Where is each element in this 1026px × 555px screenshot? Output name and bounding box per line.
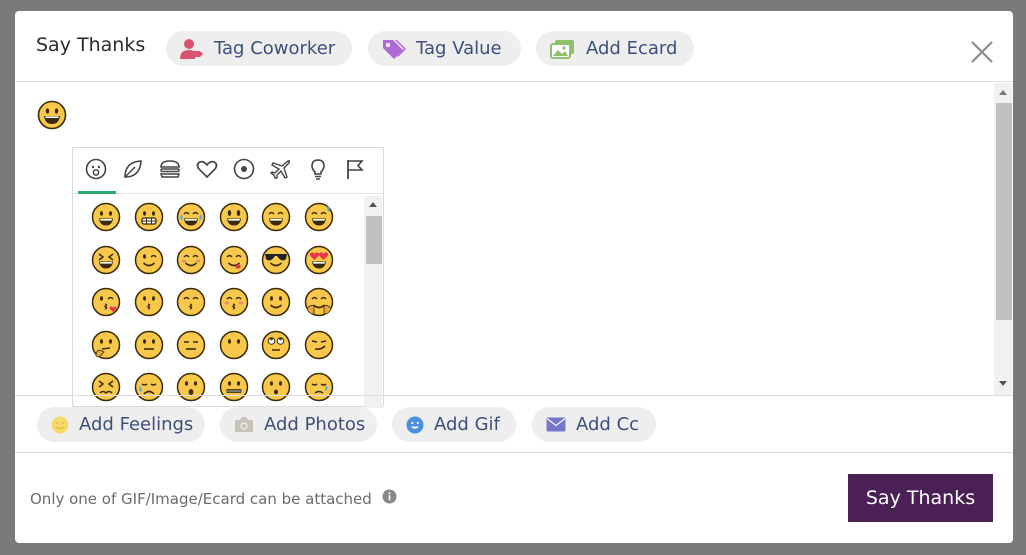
- heart-category-icon[interactable]: [196, 158, 218, 180]
- slight-smile-emoji-icon[interactable]: [261, 287, 291, 317]
- smirk-emoji-icon[interactable]: [304, 330, 334, 360]
- no-mouth-emoji-icon[interactable]: [219, 330, 249, 360]
- say-thanks-modal: Say Thanks Tag Coworker Tag Value Add Ec…: [15, 11, 1013, 543]
- rolling-eyes-emoji-icon[interactable]: [261, 330, 291, 360]
- envelope-icon: [546, 417, 566, 432]
- attachment-note: Only one of GIF/Image/Ecard can be attac…: [30, 489, 397, 508]
- add-ecard-button[interactable]: Add Ecard: [536, 31, 694, 66]
- emoji-picker: [72, 147, 384, 408]
- add-ecard-label: Add Ecard: [586, 38, 678, 59]
- tag-value-label: Tag Value: [416, 38, 502, 59]
- add-feelings-button[interactable]: Add Feelings: [37, 407, 205, 442]
- gif-smiley-icon: [406, 416, 424, 434]
- message-editor[interactable]: [15, 83, 1013, 408]
- nature-category-icon[interactable]: [122, 158, 144, 180]
- add-gif-button[interactable]: Add Gif: [392, 407, 516, 442]
- add-feelings-label: Add Feelings: [79, 414, 194, 435]
- active-category-indicator: [78, 191, 116, 194]
- sweat-smile-emoji-icon[interactable]: [304, 202, 334, 232]
- flags-category-icon[interactable]: [344, 158, 366, 180]
- kissing-closed-eyes-emoji-icon[interactable]: [219, 287, 249, 317]
- smileys-category-icon[interactable]: [85, 158, 107, 180]
- add-cc-button[interactable]: Add Cc: [532, 407, 656, 442]
- kissing-heart-emoji-icon[interactable]: [91, 287, 121, 317]
- travel-category-icon[interactable]: [269, 158, 292, 180]
- scroll-up-arrow-icon[interactable]: [999, 90, 1007, 95]
- images-icon: [550, 39, 576, 59]
- kissing-smiling-eyes-emoji-icon[interactable]: [176, 287, 206, 317]
- neutral-emoji-icon[interactable]: [134, 330, 164, 360]
- grinning-big-eyes-emoji-icon[interactable]: [219, 202, 249, 232]
- thinking-emoji-icon[interactable]: [91, 330, 121, 360]
- activity-category-icon[interactable]: [233, 158, 255, 180]
- sunglasses-emoji-icon[interactable]: [261, 245, 291, 275]
- attachment-toolbar: Add Feelings Add Photos Add Gif Add Cc: [15, 395, 1013, 453]
- blush-emoji-icon[interactable]: [176, 245, 206, 275]
- camera-icon: [234, 416, 254, 433]
- objects-category-icon[interactable]: [307, 158, 329, 180]
- smiley-icon: [51, 416, 69, 434]
- picker-scrollbar-thumb[interactable]: [366, 216, 382, 264]
- wink-emoji-icon[interactable]: [134, 245, 164, 275]
- user-tag-icon: [180, 38, 204, 60]
- add-photos-button[interactable]: Add Photos: [220, 407, 377, 442]
- close-icon[interactable]: [971, 41, 993, 63]
- joy-emoji-icon[interactable]: [176, 202, 206, 232]
- hugging-emoji-icon[interactable]: [304, 287, 334, 317]
- modal-footer: Only one of GIF/Image/Ecard can be attac…: [15, 453, 1013, 543]
- heart-eyes-emoji-icon[interactable]: [304, 245, 334, 275]
- tag-value-button[interactable]: Tag Value: [368, 31, 521, 66]
- modal-title: Say Thanks: [36, 34, 146, 56]
- editor-scrollbar-thumb[interactable]: [996, 103, 1012, 320]
- kissing-emoji-icon[interactable]: [134, 287, 164, 317]
- tag-coworker-button[interactable]: Tag Coworker: [166, 31, 352, 66]
- info-icon[interactable]: [382, 489, 397, 508]
- tag-icon: [382, 39, 406, 59]
- attachment-note-text: Only one of GIF/Image/Ecard can be attac…: [30, 489, 372, 508]
- grimacing-emoji-icon[interactable]: [134, 202, 164, 232]
- grinning-emoji-icon[interactable]: [91, 202, 121, 232]
- say-thanks-submit-button[interactable]: Say Thanks: [848, 474, 993, 522]
- emoji-category-tabs: [73, 148, 383, 194]
- yum-emoji-icon[interactable]: [219, 245, 249, 275]
- expressionless-emoji-icon[interactable]: [176, 330, 206, 360]
- editor-scrollbar[interactable]: [994, 83, 1012, 395]
- scroll-up-arrow-icon[interactable]: [369, 202, 377, 207]
- laughing-emoji-icon[interactable]: [91, 245, 121, 275]
- modal-header: Say Thanks Tag Coworker Tag Value Add Ec…: [15, 11, 1013, 82]
- scroll-down-arrow-icon[interactable]: [999, 381, 1007, 386]
- grinning-face-icon: [37, 100, 67, 134]
- food-category-icon[interactable]: [159, 158, 181, 180]
- smile-emoji-icon[interactable]: [261, 202, 291, 232]
- add-gif-label: Add Gif: [434, 414, 500, 435]
- add-photos-label: Add Photos: [264, 414, 366, 435]
- tag-coworker-label: Tag Coworker: [214, 38, 336, 59]
- picker-scrollbar[interactable]: [364, 196, 382, 408]
- add-cc-label: Add Cc: [576, 414, 640, 435]
